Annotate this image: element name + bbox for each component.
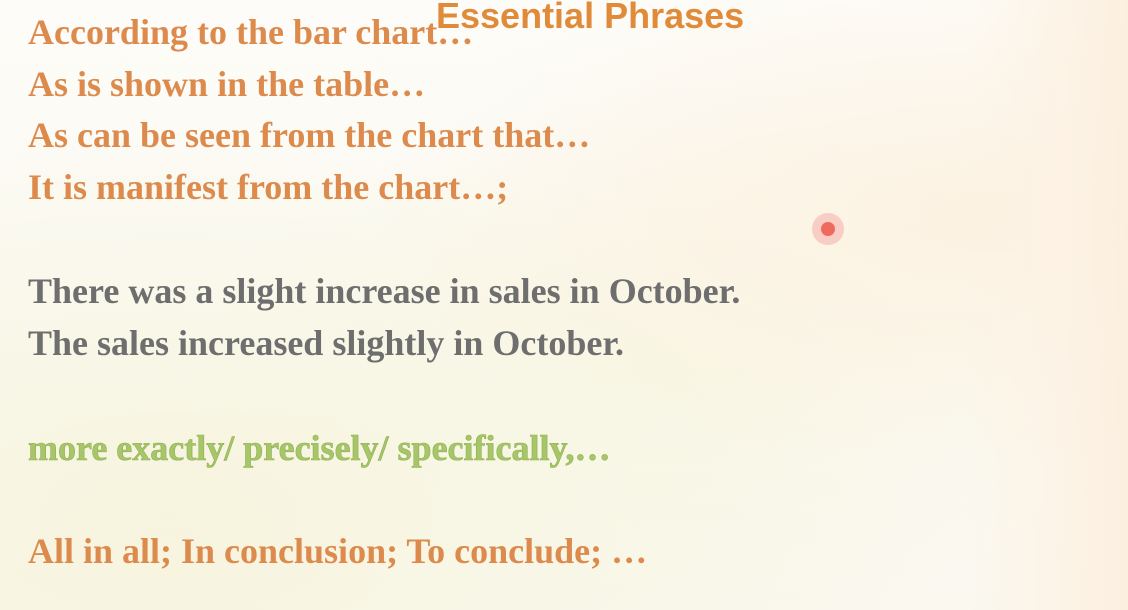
- laser-pointer-dot: [821, 222, 835, 236]
- phrase-line-3: As can be seen from the chart that…: [28, 115, 591, 155]
- example-sentence-1: There was a slight increase in sales in …: [28, 271, 741, 311]
- example-sentence-2: The sales increased slightly in October.: [28, 323, 625, 363]
- phrase-line-2: As is shown in the table…: [28, 64, 426, 104]
- slide-title: Essential Phrases: [436, 0, 745, 36]
- phrase-line-4: It is manifest from the chart…;: [28, 167, 509, 207]
- phrase-line-1: According to the bar chart…: [28, 12, 474, 52]
- precision-phrase: more exactly/ precisely/ specifically,…: [28, 428, 611, 469]
- laser-pointer-icon: [812, 213, 844, 245]
- decorative-side-panel: [968, 0, 1128, 610]
- conclusion-phrase: All in all; In conclusion; To conclude; …: [28, 531, 648, 571]
